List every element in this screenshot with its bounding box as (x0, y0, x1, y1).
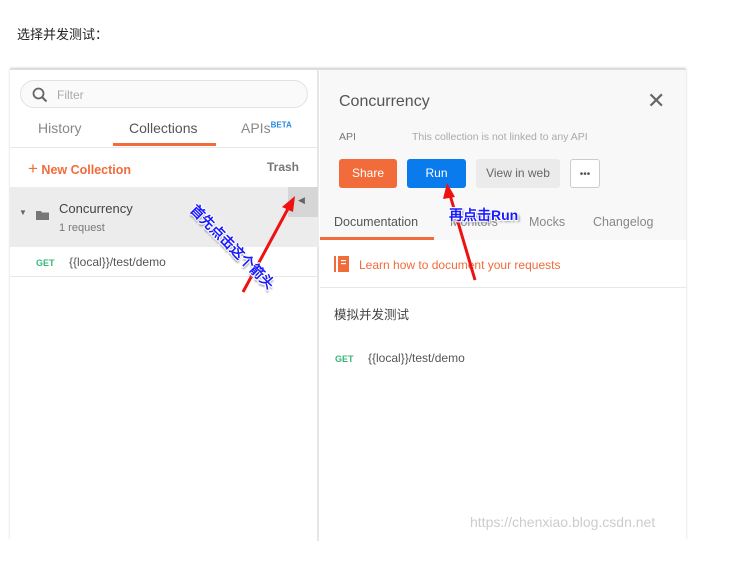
arrowhead-1 (282, 196, 295, 212)
watermark: https://chenxiao.blog.csdn.net (470, 514, 656, 530)
annotation-arrows (241, 183, 477, 293)
arrowhead-2 (443, 183, 455, 199)
annotation-second: 再点击Run (449, 207, 519, 223)
